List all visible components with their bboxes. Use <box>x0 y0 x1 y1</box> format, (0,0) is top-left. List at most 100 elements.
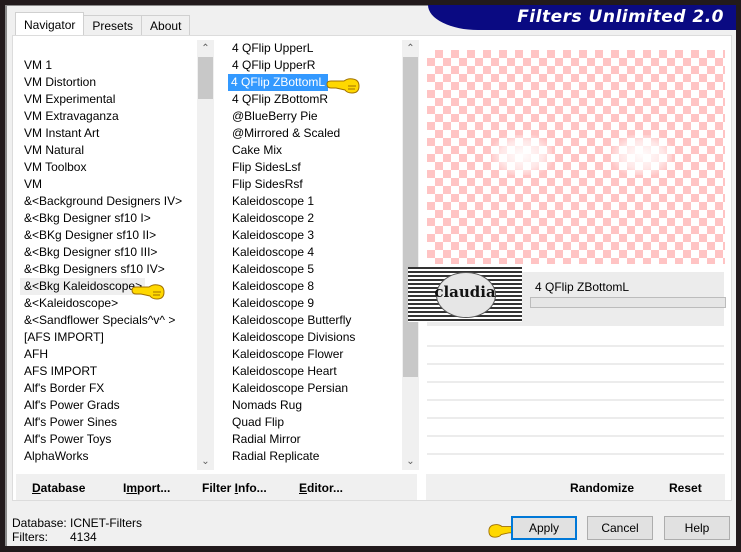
cancel-button[interactable]: Cancel <box>587 516 653 540</box>
list-item[interactable]: Alf's Power Toys <box>20 431 195 448</box>
list-item[interactable]: @Mirrored & Scaled <box>228 125 400 142</box>
list-item[interactable]: Flip SidesLsf <box>228 159 400 176</box>
list-item[interactable]: VM Toolbox <box>20 159 195 176</box>
filter-info-button[interactable]: Filter Info... <box>202 481 267 495</box>
list-item-label: &<Bkg Designer sf10 III> <box>24 245 158 259</box>
parameter-slot <box>427 417 724 419</box>
list-item[interactable]: VM <box>20 176 195 193</box>
list-item[interactable]: Alf's Border FX <box>20 380 195 397</box>
list-item-label: &<Bkg Designers sf10 IV> <box>24 262 165 276</box>
scroll-up-icon[interactable]: ⌃ <box>402 40 419 57</box>
list-item[interactable]: 4 QFlip UpperL <box>228 40 400 57</box>
list-item-label: Kaleidoscope 5 <box>232 262 315 276</box>
list-item[interactable]: &<Sandflower Specials^v^ > <box>20 312 195 329</box>
filter-scrollbar[interactable]: ⌃ ⌄ <box>402 40 419 470</box>
logo-text: claudia <box>434 283 496 301</box>
current-filter-name: 4 QFlip ZBottomL <box>535 280 630 294</box>
list-item[interactable]: Kaleidoscope Heart <box>228 363 400 380</box>
reset-button[interactable]: Reset <box>669 481 702 495</box>
list-item-label: Nomads Rug <box>232 398 303 412</box>
list-item-label: VM Experimental <box>24 92 116 106</box>
list-item[interactable]: AFH <box>20 346 195 363</box>
help-button[interactable]: Help <box>664 516 730 540</box>
list-item-label: Alf's Border FX <box>24 381 105 395</box>
list-item[interactable]: &<Bkg Designers sf10 IV> <box>20 261 195 278</box>
scroll-down-icon[interactable]: ⌄ <box>402 453 419 470</box>
randomize-button[interactable]: Randomize <box>570 481 634 495</box>
preview-highlight <box>492 135 552 175</box>
list-item[interactable]: Kaleidoscope Persian <box>228 380 400 397</box>
editor-button[interactable]: Editor... <box>299 481 343 495</box>
scroll-down-icon[interactable]: ⌄ <box>197 453 214 470</box>
list-item[interactable]: Kaleidoscope Divisions <box>228 329 400 346</box>
list-item[interactable]: VM Natural <box>20 142 195 159</box>
list-item[interactable]: Quad Flip <box>228 414 400 431</box>
list-item[interactable]: Kaleidoscope 4 <box>228 244 400 261</box>
list-item[interactable]: Kaleidoscope 1 <box>228 193 400 210</box>
parameter-slot <box>427 381 724 383</box>
list-item[interactable]: VM Instant Art <box>20 125 195 142</box>
list-item[interactable]: Kaleidoscope 8 <box>228 278 400 295</box>
list-item-label: Kaleidoscope Divisions <box>232 330 356 344</box>
list-item[interactable]: &<Kaleidoscope> <box>20 295 195 312</box>
list-item[interactable]: Kaleidoscope 3 <box>228 227 400 244</box>
scroll-up-icon[interactable]: ⌃ <box>197 40 214 57</box>
import-button[interactable]: Import... <box>123 481 170 495</box>
list-item[interactable]: Radial Mirror <box>228 431 400 448</box>
category-list[interactable]: VM 1 VM Distortion VM Experimental VM Extra… <box>20 57 195 469</box>
list-item-label: Flip SidesRsf <box>232 177 303 191</box>
list-item[interactable]: 4 QFlip UpperR <box>228 57 400 74</box>
list-item[interactable]: Alf's Power Grads <box>20 397 195 414</box>
list-item[interactable]: Kaleidoscope Flower <box>228 346 400 363</box>
list-item[interactable]: Kaleidoscope Butterfly <box>228 312 400 329</box>
list-item[interactable]: &<BKg Designer sf10 II> <box>20 227 195 244</box>
apply-button[interactable]: Apply <box>511 516 577 540</box>
pointing-hand-icon <box>326 78 360 94</box>
list-item-label: VM Distortion <box>24 75 97 89</box>
parameter-slot <box>427 399 724 401</box>
parameter-slot <box>427 435 724 437</box>
scroll-thumb[interactable] <box>403 57 418 377</box>
category-scrollbar[interactable]: ⌃ ⌄ <box>197 40 214 470</box>
list-item-label: 4 QFlip ZBottomR <box>232 92 329 106</box>
list-item[interactable]: &<Bkg Designer sf10 III> <box>20 244 195 261</box>
list-item[interactable]: VM Experimental <box>20 91 195 108</box>
list-item-label: @BlueBerry Pie <box>232 109 318 123</box>
tab-presets[interactable]: Presets <box>83 15 143 37</box>
list-item[interactable]: [AFS IMPORT] <box>20 329 195 346</box>
list-item[interactable]: AlphaWorks <box>20 448 195 465</box>
list-item[interactable]: Kaleidoscope 5 <box>228 261 400 278</box>
tab-about[interactable]: About <box>141 15 191 37</box>
list-item[interactable]: &<Background Designers IV> <box>20 193 195 210</box>
list-item[interactable]: @BlueBerry Pie <box>228 108 400 125</box>
list-item[interactable]: VM Extravaganza <box>20 108 195 125</box>
list-item[interactable]: Radial Replicate <box>228 448 400 465</box>
list-item[interactable]: VM Distortion <box>20 74 195 91</box>
database-button[interactable]: Database <box>32 481 85 495</box>
list-item-label: Alf's Power Sines <box>24 415 117 429</box>
list-item[interactable]: Alf's Power Sines <box>20 414 195 431</box>
filter-list[interactable]: 4 QFlip UpperL 4 QFlip UpperR 4 QFlip ZBot… <box>228 40 400 470</box>
list-item[interactable]: &<Bkg Kaleidoscope> <box>20 278 195 295</box>
list-item[interactable]: Flip SidesRsf <box>228 176 400 193</box>
list-item[interactable]: Cake Mix <box>228 142 400 159</box>
filters-count: 4134 <box>70 530 97 544</box>
list-item[interactable]: Kaleidoscope 2 <box>228 210 400 227</box>
left-button-bar: Database Import... Filter Info... Editor… <box>16 474 417 500</box>
list-item[interactable]: AFS IMPORT <box>20 363 195 380</box>
list-item[interactable]: 4 QFlip ZBottomR <box>228 91 400 108</box>
filters-label: Filters: <box>12 530 48 544</box>
list-item-label: Kaleidoscope 9 <box>232 296 315 310</box>
list-item-label: Kaleidoscope Flower <box>232 347 344 361</box>
list-item-label: Kaleidoscope 3 <box>232 228 315 242</box>
scroll-thumb[interactable] <box>198 57 213 99</box>
list-item[interactable]: Nomads Rug <box>228 397 400 414</box>
list-item[interactable]: &<Bkg Designer sf10 I> <box>20 210 195 227</box>
list-item-label: Kaleidoscope Heart <box>232 364 337 378</box>
filter-preview <box>427 50 725 264</box>
list-item-label: AFH <box>24 347 48 361</box>
list-item[interactable]: VM 1 <box>20 57 195 74</box>
list-item[interactable]: 4 QFlip ZBottomL <box>228 74 400 91</box>
list-item[interactable]: Kaleidoscope 9 <box>228 295 400 312</box>
parameter-slot <box>427 363 724 365</box>
